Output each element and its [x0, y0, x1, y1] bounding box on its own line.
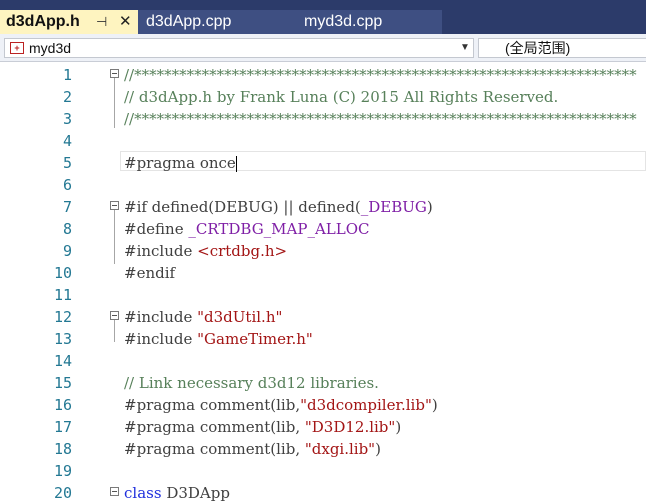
- line-number: 19: [53, 462, 72, 480]
- line-number: 15: [53, 374, 72, 392]
- line-number: 10: [53, 264, 72, 282]
- code-line: 15 // Link necessary d3d12 libraries.: [0, 372, 646, 394]
- token: _CRTDBG_MAP_ALLOC: [188, 220, 370, 238]
- code-text: #pragma comment(lib, "dxgi.lib"): [124, 438, 381, 460]
- token: #if defined(: [124, 198, 215, 216]
- code-line: 9 #include <crtdbg.h>: [0, 240, 646, 262]
- token: "GameTimer.h": [197, 330, 313, 348]
- code-line: 3 //************************************…: [0, 108, 646, 130]
- line-number: 1: [62, 66, 72, 84]
- token: #include: [124, 308, 198, 326]
- code-text: #pragma comment(lib,"d3dcompiler.lib"): [124, 394, 438, 416]
- code-line: 19: [0, 460, 646, 482]
- project-dropdown-value: myd3d: [29, 40, 72, 56]
- code-text: #pragma once: [124, 152, 237, 174]
- code-line: 13 #include "GameTimer.h": [0, 328, 646, 350]
- token: D3DApp: [161, 484, 230, 502]
- tab-d3dapp-h[interactable]: d3dApp.h ⊣ ✕: [0, 10, 140, 34]
- collapse-icon[interactable]: [110, 201, 119, 210]
- pin-icon[interactable]: ⊣: [96, 10, 107, 34]
- code-text: #define _CRTDBG_MAP_ALLOC: [124, 218, 370, 240]
- code-line: 4: [0, 130, 646, 152]
- token: "D3D12.lib": [304, 418, 396, 436]
- code-text: #include <crtdbg.h>: [124, 240, 287, 262]
- scope-dropdown[interactable]: (全局范围): [478, 38, 646, 58]
- code-text: //**************************************…: [124, 110, 637, 128]
- collapse-icon[interactable]: [110, 487, 119, 496]
- document-tab-bar: d3dApp.h ⊣ ✕ d3dApp.cpp myd3d.cpp: [0, 0, 646, 34]
- collapse-icon[interactable]: [110, 69, 119, 78]
- line-number: 18: [53, 440, 72, 458]
- code-text: //**************************************…: [124, 66, 637, 84]
- code-text: #pragma comment(lib, "D3D12.lib"): [124, 416, 401, 438]
- line-number: 17: [53, 418, 72, 436]
- code-line: 8 #define _CRTDBG_MAP_ALLOC: [0, 218, 646, 240]
- tab-label: d3dApp.h: [6, 13, 80, 30]
- token: "d3dUtil.h": [197, 308, 283, 326]
- code-line: 12 #include "d3dUtil.h": [0, 306, 646, 328]
- code-line: 6: [0, 174, 646, 196]
- tab-label: myd3d.cpp: [304, 13, 383, 30]
- code-editor[interactable]: 1 //************************************…: [0, 62, 646, 502]
- token: ): [431, 396, 438, 414]
- code-text: #include "d3dUtil.h": [124, 306, 282, 328]
- code-line: 7 #if defined(DEBUG) || defined(_DEBUG): [0, 196, 646, 218]
- code-line: 17 #pragma comment(lib, "D3D12.lib"): [0, 416, 646, 438]
- tab-d3dapp-cpp[interactable]: d3dApp.cpp: [138, 10, 296, 34]
- line-number: 3: [62, 110, 72, 128]
- close-icon[interactable]: ✕: [119, 10, 132, 34]
- token: #include: [124, 242, 198, 260]
- keyword: class: [124, 484, 162, 502]
- line-number: 7: [62, 198, 72, 216]
- token: #include: [124, 330, 198, 348]
- line-number: 16: [53, 396, 72, 414]
- token: ) || defined(: [272, 198, 361, 216]
- code-text: #endif: [124, 264, 176, 282]
- line-number: 11: [53, 286, 72, 304]
- token: #pragma comment(lib,: [124, 396, 301, 414]
- line-number: 12: [53, 308, 72, 326]
- token: DEBUG: [214, 198, 273, 216]
- code-text: #include "GameTimer.h": [124, 328, 313, 350]
- line-number: 9: [62, 242, 72, 260]
- code-text: // Link necessary d3d12 libraries.: [124, 374, 379, 392]
- line-number: 5: [62, 154, 72, 172]
- collapse-icon[interactable]: [110, 311, 119, 320]
- scope-dropdown-value: (全局范围): [505, 40, 571, 56]
- navigation-bar: + myd3d ▼ (全局范围): [0, 34, 646, 62]
- token: "d3dcompiler.lib": [300, 396, 432, 414]
- token: _DEBUG: [360, 198, 427, 216]
- line-number: 13: [53, 330, 72, 348]
- token: ): [375, 440, 381, 458]
- project-icon: +: [10, 42, 24, 54]
- line-number: 14: [53, 352, 72, 370]
- line-number: 4: [62, 132, 72, 150]
- text-caret: [235, 156, 237, 172]
- token: #define: [124, 220, 189, 238]
- token: #pragma comment(lib,: [124, 418, 305, 436]
- line-number: 8: [62, 220, 72, 238]
- project-dropdown[interactable]: + myd3d ▼: [4, 38, 474, 58]
- token: ): [426, 198, 433, 216]
- token: #pragma comment(lib,: [124, 440, 305, 458]
- token: ): [395, 418, 402, 436]
- code-line: 18 #pragma comment(lib, "dxgi.lib"): [0, 438, 646, 460]
- code-text: // d3dApp.h by Frank Luna (C) 2015 All R…: [124, 88, 559, 106]
- line-number: 2: [62, 88, 72, 106]
- code-line: 10 #endif: [0, 262, 646, 284]
- chevron-down-icon: ▼: [460, 42, 470, 53]
- code-line: 11: [0, 284, 646, 306]
- token: <crtdbg.h>: [197, 242, 288, 260]
- line-number: 6: [62, 176, 72, 194]
- code-line: 2 // d3dApp.h by Frank Luna (C) 2015 All…: [0, 86, 646, 108]
- code-line: 16 #pragma comment(lib,"d3dcompiler.lib"…: [0, 394, 646, 416]
- code-text: #if defined(DEBUG) || defined(_DEBUG): [124, 196, 433, 218]
- code-line: 5 #pragma once: [0, 152, 646, 174]
- token: "dxgi.lib": [304, 440, 376, 458]
- code-line: 14: [0, 350, 646, 372]
- pragma-directive: #pragma once: [124, 154, 236, 172]
- code-line: 1 //************************************…: [0, 64, 646, 86]
- tab-myd3d-cpp[interactable]: myd3d.cpp: [296, 10, 442, 34]
- tab-label: d3dApp.cpp: [146, 13, 232, 30]
